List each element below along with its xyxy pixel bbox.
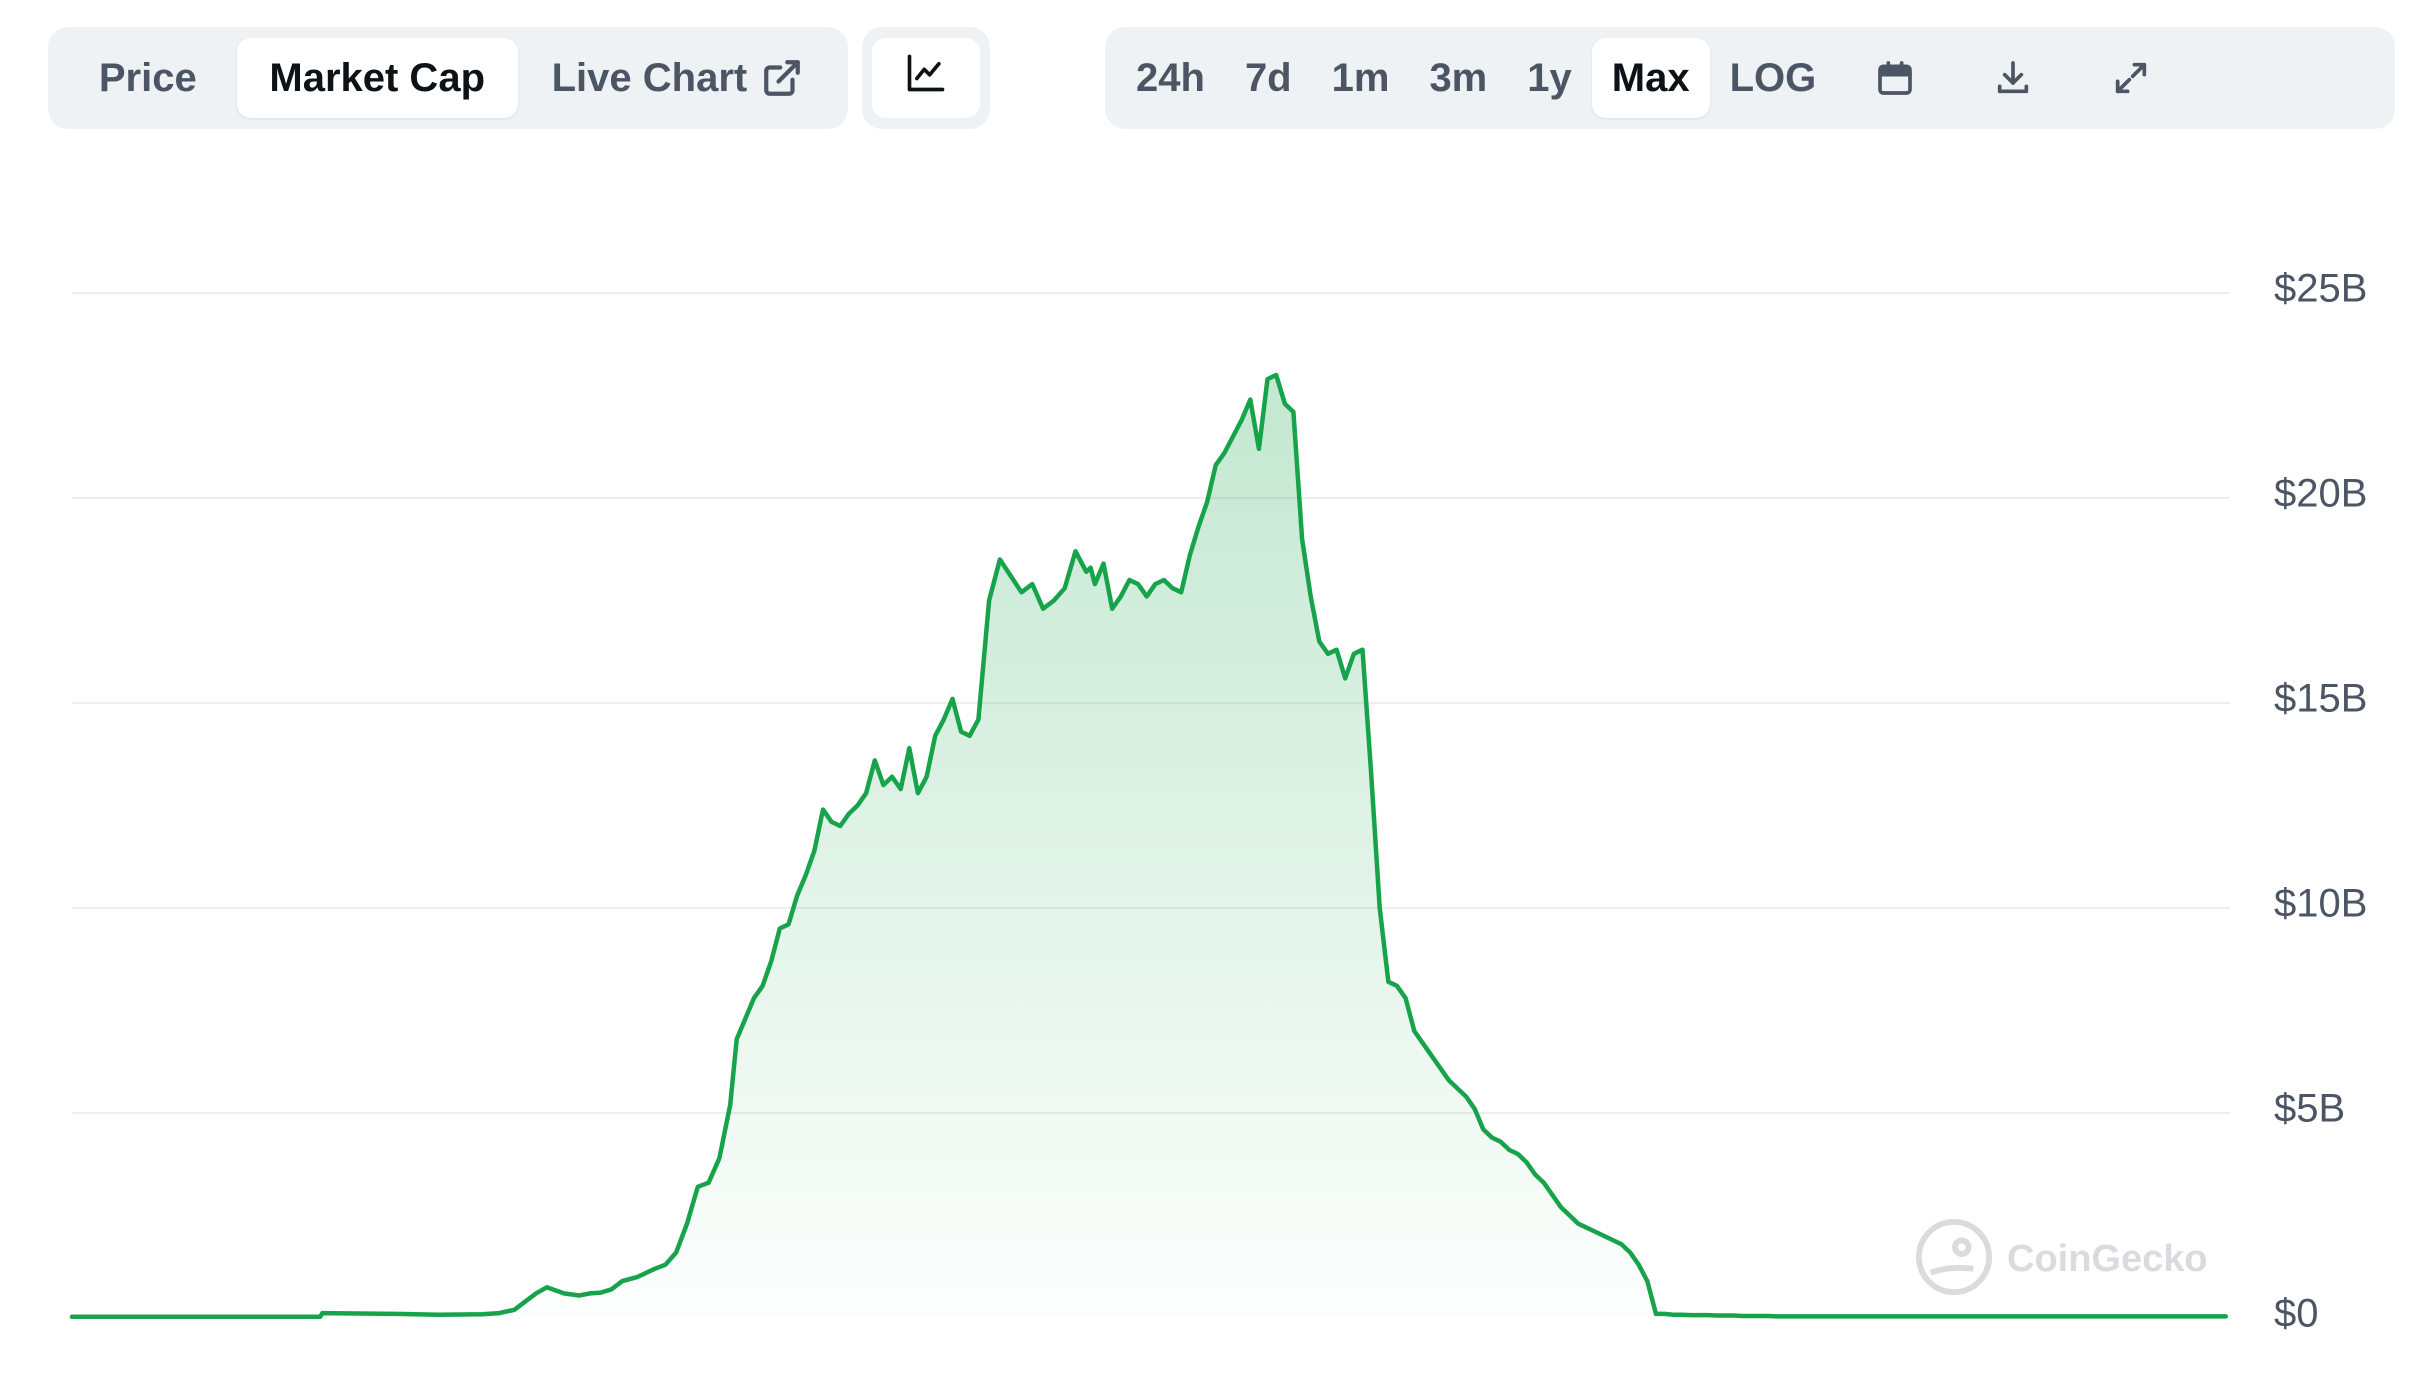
y-tick-label: $0 [2274,1292,2319,1336]
y-tick-label: $20B [2274,472,2367,516]
market-cap-area [72,375,2226,1317]
y-tick-label: $25B [2274,267,2367,311]
y-tick-label: $10B [2274,882,2367,926]
watermark-text: CoinGecko [2007,1238,2208,1280]
coingecko-logo-icon [1915,1218,1993,1301]
market-cap-chart: $0 $5B $10B $15B $20B $25B [69,267,2367,1336]
y-tick-label: $5B [2274,1087,2345,1131]
coingecko-watermark: CoinGecko [1915,1218,2208,1301]
y-tick-label: $15B [2274,677,2367,721]
